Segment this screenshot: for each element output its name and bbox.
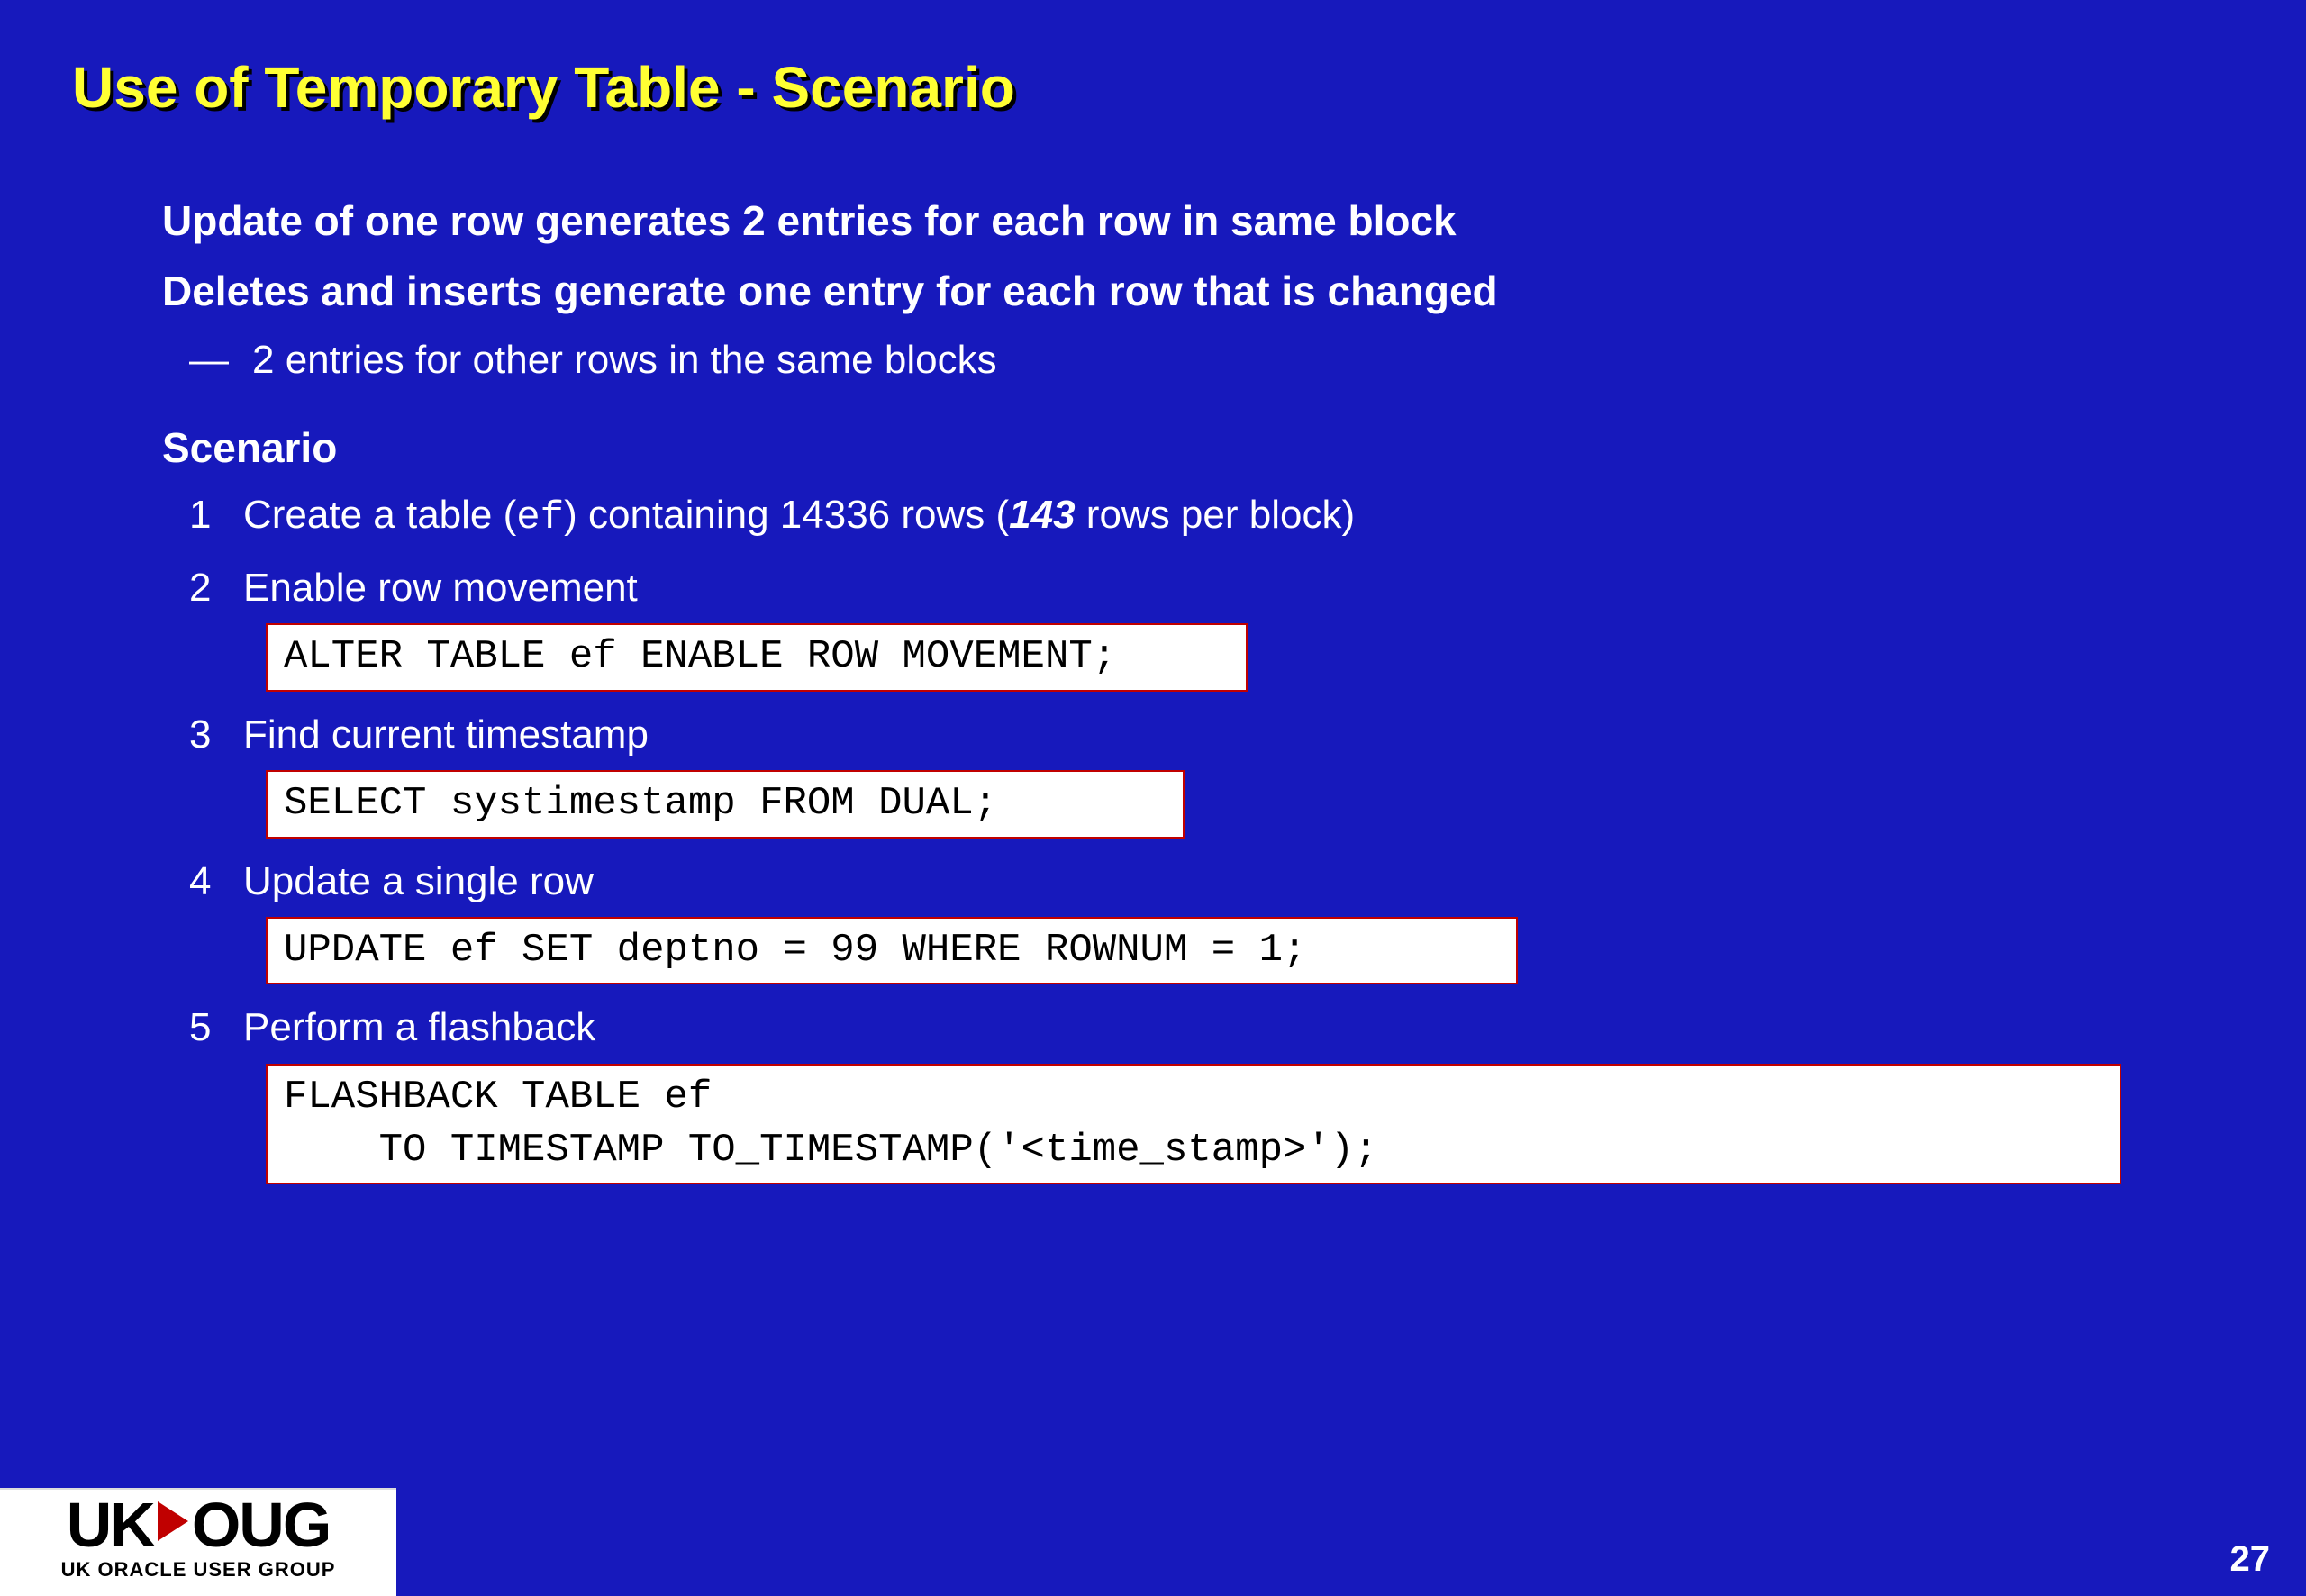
step-text: Find current timestamp <box>243 708 649 761</box>
text-fragment: ) containing 14336 rows ( <box>564 493 1009 537</box>
triangle-icon <box>158 1501 188 1541</box>
text-fragment: rows per block) <box>1076 493 1356 537</box>
step-3: 3 Find current timestamp <box>189 708 2234 761</box>
dash-marker: — <box>189 333 252 386</box>
slide-body: Update of one row generates 2 entries fo… <box>72 193 2234 1184</box>
scenario-label: Scenario <box>162 423 337 472</box>
logo-main: UKOUG <box>0 1493 396 1556</box>
scenario-heading: Scenario <box>108 423 2234 472</box>
page-number: 27 <box>2230 1539 2271 1580</box>
code-box-4: UPDATE ef SET deptno = 99 WHERE ROWNUM =… <box>266 917 1518 984</box>
logo-prefix: UK <box>67 1490 154 1560</box>
step-2: 2 Enable row movement <box>189 561 2234 614</box>
step-text: Create a table (ef) containing 14336 row… <box>243 488 1355 545</box>
slide: Use of Temporary Table - Scenario Update… <box>0 0 2306 1596</box>
emph-number: 143 <box>1009 493 1075 537</box>
bullet-2-sub: — 2 entries for other rows in the same b… <box>189 333 2234 386</box>
step-number: 1 <box>189 488 243 541</box>
code-box-5: FLASHBACK TABLE ef TO TIMESTAMP TO_TIMES… <box>266 1064 2121 1185</box>
step-number: 3 <box>189 708 243 761</box>
text-fragment: Create a table ( <box>243 493 516 537</box>
sub-bullet-text: 2 entries for other rows in the same blo… <box>252 333 997 386</box>
bullet-1: Update of one row generates 2 entries fo… <box>108 193 2234 249</box>
bullet-2: Deletes and inserts generate one entry f… <box>108 263 2234 319</box>
slide-title: Use of Temporary Table - Scenario <box>72 54 2234 121</box>
bullet-text: Update of one row generates 2 entries fo… <box>162 193 1457 249</box>
step-number: 2 <box>189 561 243 614</box>
step-number: 5 <box>189 1001 243 1054</box>
inline-code: ef <box>516 495 564 540</box>
step-4: 4 Update a single row <box>189 855 2234 908</box>
code-box-2: ALTER TABLE ef ENABLE ROW MOVEMENT; <box>266 623 1248 691</box>
step-5: 5 Perform a flashback <box>189 1001 2234 1054</box>
step-number: 4 <box>189 855 243 908</box>
step-text: Enable row movement <box>243 561 638 614</box>
logo-suffix: OUG <box>192 1490 330 1560</box>
bullet-text: Deletes and inserts generate one entry f… <box>162 263 1498 319</box>
logo-subtitle: UK ORACLE USER GROUP <box>0 1558 396 1582</box>
logo-ukoug: UKOUG UK ORACLE USER GROUP <box>0 1488 396 1596</box>
step-text: Update a single row <box>243 855 594 908</box>
step-1: 1 Create a table (ef) containing 14336 r… <box>189 488 2234 545</box>
code-box-3: SELECT systimestamp FROM DUAL; <box>266 770 1185 838</box>
step-text: Perform a flashback <box>243 1001 595 1054</box>
